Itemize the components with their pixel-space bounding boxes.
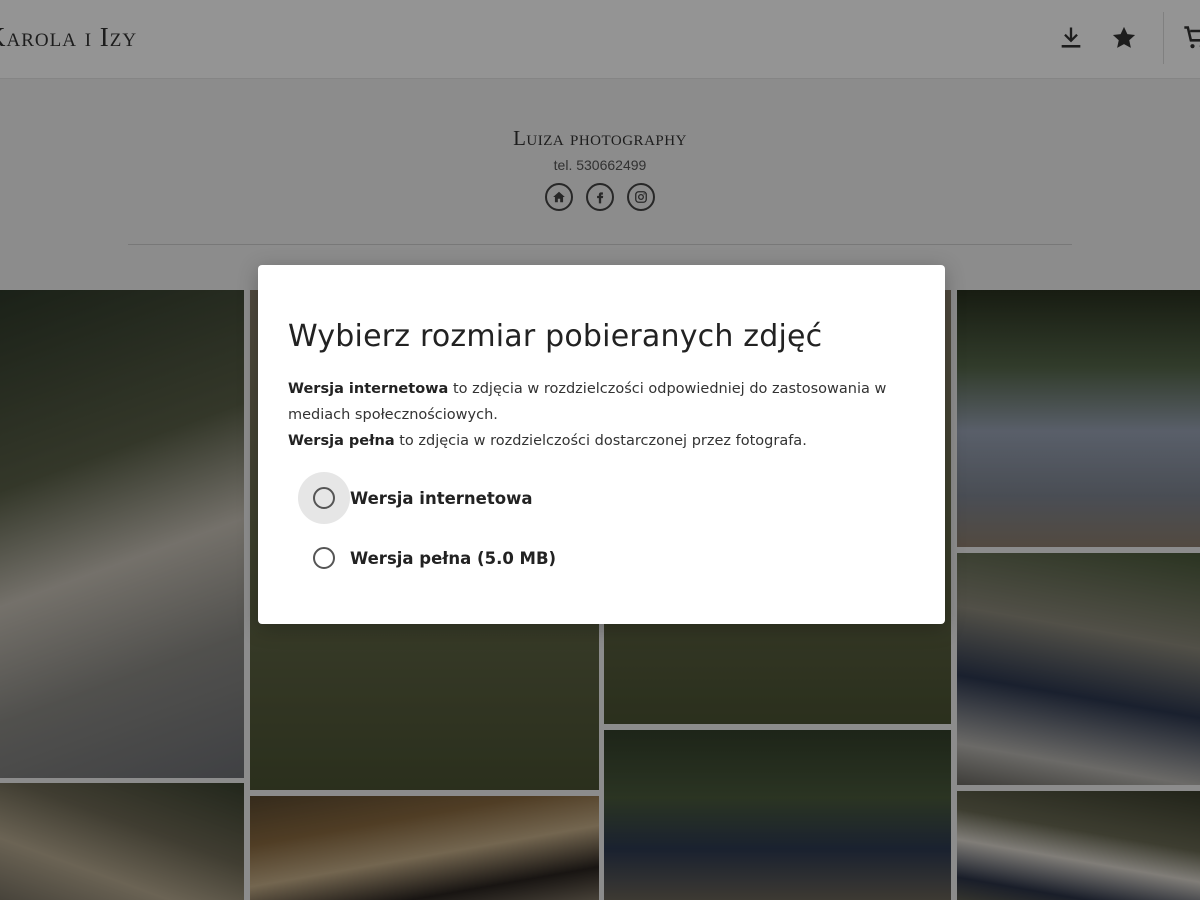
desc-web-label: Wersja internetowa xyxy=(288,381,449,397)
radio-wrap xyxy=(298,532,350,584)
radio-focus-ring xyxy=(298,472,350,524)
dialog-title: Wybierz rozmiar pobieranych zdjęć xyxy=(288,319,823,354)
dialog-description: Wersja internetowa to zdjęcia w rozdziel… xyxy=(288,376,915,454)
option-full-version[interactable]: Wersja pełna (5.0 MB) xyxy=(288,538,915,578)
desc-full-label: Wersja pełna xyxy=(288,433,395,449)
radio-web[interactable] xyxy=(313,487,335,509)
option-web-label[interactable]: Wersja internetowa xyxy=(350,489,532,508)
desc-full-text: to zdjęcia w rozdzielczości dostarczonej… xyxy=(394,433,807,449)
radio-full[interactable] xyxy=(313,547,335,569)
download-size-dialog: Wybierz rozmiar pobieranych zdjęć Wersja… xyxy=(258,265,945,624)
option-full-label[interactable]: Wersja pełna (5.0 MB) xyxy=(350,549,556,568)
option-web-version[interactable]: Wersja internetowa xyxy=(288,472,915,524)
